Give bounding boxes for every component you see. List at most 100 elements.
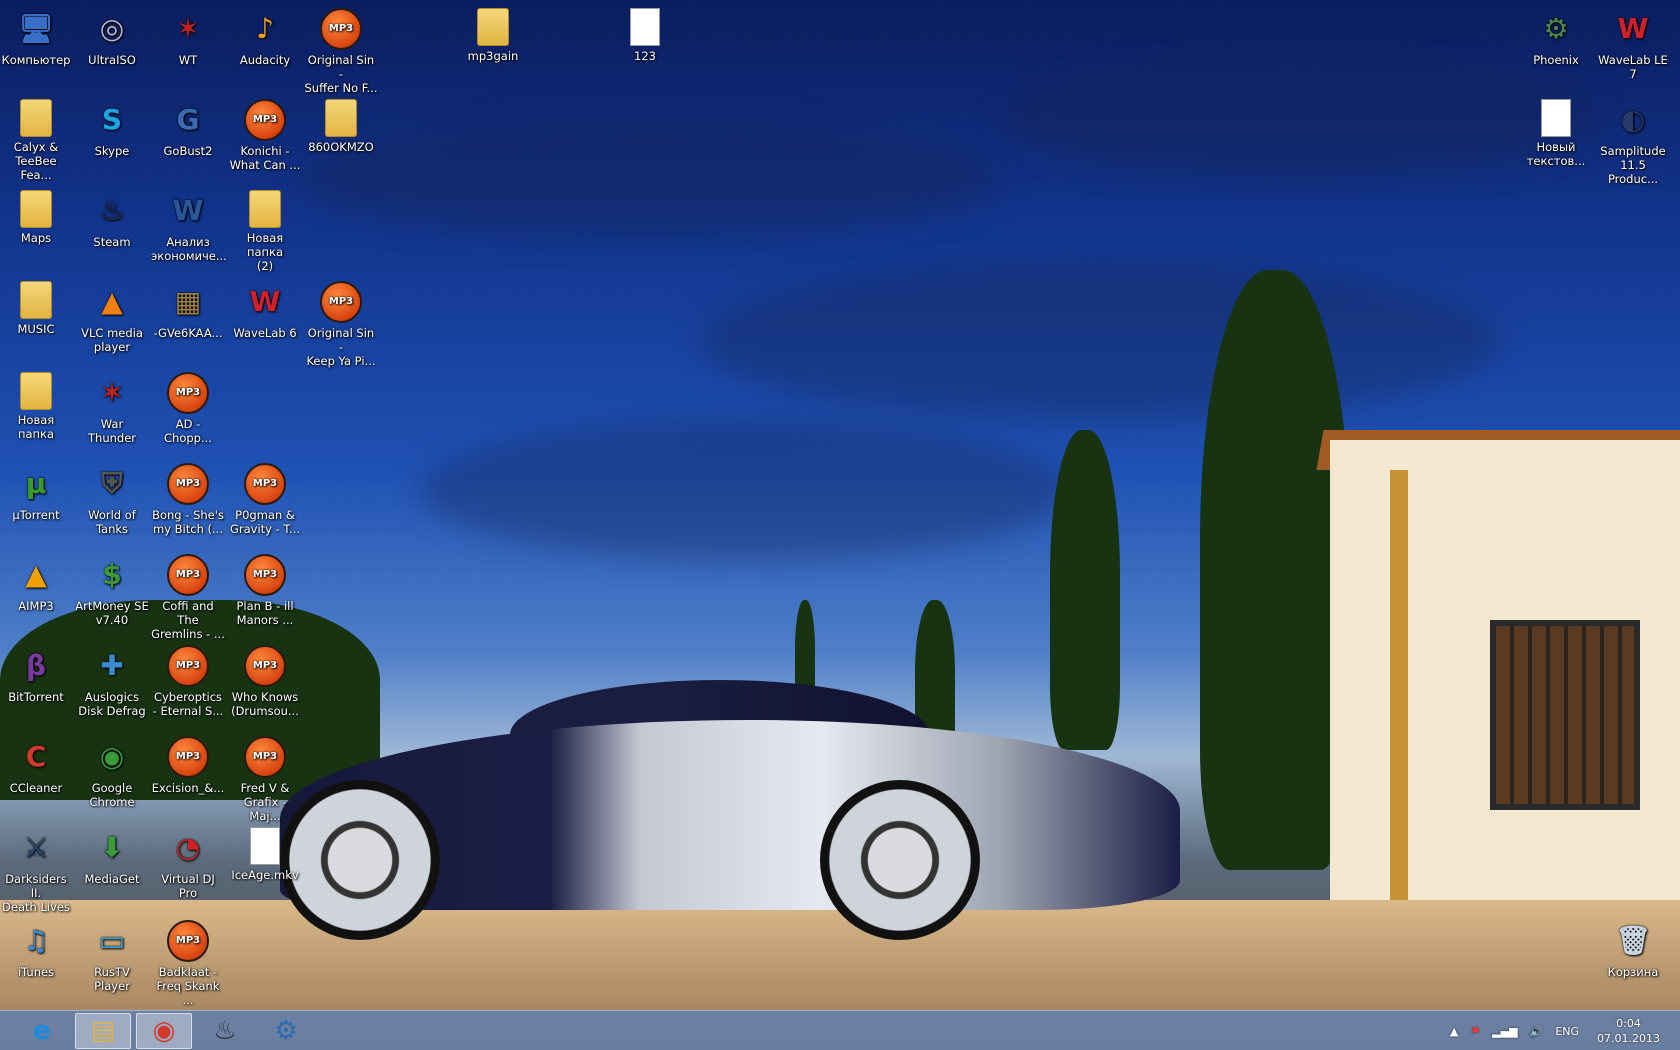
desktop-icon-ccleaner[interactable]: C CCleaner xyxy=(0,736,73,796)
desktop-icon-war-thunder[interactable]: ✶ War Thunder xyxy=(75,372,149,446)
desktop-icon-mp3[interactable]: MP3 Bong - She's my Bitch (... xyxy=(151,463,225,536)
desktop-icon-mp3[interactable]: MP3 Original Sin - Keep Ya Pi... xyxy=(304,281,378,368)
desktop-icon-skype[interactable]: S Skype xyxy=(75,99,149,159)
desktop-icon-aimp[interactable]: ▲ AIMP3 xyxy=(0,554,73,614)
steam-taskbar-button[interactable]: ♨ xyxy=(197,1013,253,1049)
desktop-icon-mp3[interactable]: MP3 AD - Chopp... xyxy=(151,372,225,445)
desktop-icon-war-thunder[interactable]: ✶ WT xyxy=(151,8,225,68)
desktop-icon-label: Maps xyxy=(20,231,52,245)
desktop-icon-virtualdj[interactable]: ◔ Virtual DJ Pro xyxy=(151,827,225,901)
desktop-icon-mp3[interactable]: MP3 Cyberoptics - Eternal S... xyxy=(151,645,225,718)
desktop-icon-label: Skype xyxy=(94,144,130,158)
desktop-icon-label: mp3gain xyxy=(467,49,519,63)
desktop-icon-utorrent[interactable]: µ µTorrent xyxy=(0,463,73,523)
desktop-icon-folder[interactable]: 860OKMZO xyxy=(304,99,378,154)
desktop-icon-word-document[interactable]: W Анализ экономиче... xyxy=(151,190,227,264)
desktop-icon-mp3[interactable]: MP3 Fred V & Grafix - Maj... xyxy=(228,736,302,823)
folder-music-icon xyxy=(20,281,52,319)
clock[interactable]: 0:04 07.01.2013 xyxy=(1591,1016,1666,1046)
desktop-icon-label: Компьютер xyxy=(1,53,71,67)
desktop-icon-label: Coffi and The Gremlins - ... xyxy=(151,599,225,641)
desktop-icon-label: Darksiders II. Death Lives xyxy=(2,872,70,914)
vlc-icon: ▲ xyxy=(101,285,123,318)
network-signal-icon[interactable]: ▂▄▆ xyxy=(1492,1025,1517,1038)
internet-explorer-taskbar-button[interactable]: e xyxy=(14,1013,70,1049)
desktop-icon-label: 860OKMZO xyxy=(308,140,374,154)
app-taskbar-button[interactable]: ⚙ xyxy=(258,1013,314,1049)
desktop-icon-label: WaveLab LE 7 xyxy=(1598,53,1668,81)
desktop-icon-bittorrent[interactable]: β BitTorrent xyxy=(0,645,73,705)
gobust-icon: G xyxy=(176,103,200,136)
language-indicator[interactable]: ENG xyxy=(1555,1025,1579,1038)
desktop-icon-auslogics[interactable]: ✚ Auslogics Disk Defrag xyxy=(75,645,149,719)
desktop-icon-samplitude[interactable]: ◐ Samplitude 11.5 Produc... xyxy=(1596,99,1670,187)
desktop-icon-darksiders[interactable]: ⚔ Darksiders II. Death Lives xyxy=(0,827,73,915)
desktop-icon-folder-music[interactable]: MUSIC xyxy=(0,281,73,336)
desktop-icon-label: Анализ экономиче... xyxy=(151,235,227,263)
desktop-icon-folder[interactable]: mp3gain xyxy=(456,8,530,63)
desktop-icon-world-of-tanks[interactable]: ⛨ World of Tanks xyxy=(75,463,149,537)
desktop-icon-artmoney[interactable]: $ ArtMoney SE v7.40 xyxy=(75,554,149,628)
desktop-icon-mp3[interactable]: MP3 Plan B - ill Manors ... xyxy=(228,554,302,627)
desktop-icon-label: Samplitude 11.5 Produc... xyxy=(1600,144,1666,186)
desktop-icon-vlc[interactable]: ▲ VLC media player xyxy=(75,281,149,355)
clock-date: 07.01.2013 xyxy=(1597,1032,1660,1045)
desktop-icon-label: Who Knows (Drumsou... xyxy=(231,690,299,718)
desktop-icon-label: Новая папка xyxy=(17,413,55,441)
desktop-icon-chrome[interactable]: ◉ Google Chrome xyxy=(75,736,149,810)
desktop-icon-folder[interactable]: Новая папка xyxy=(0,372,73,441)
desktop-icon-recycle-bin[interactable]: 🗑 Корзина xyxy=(1596,920,1670,980)
volume-icon[interactable]: 🔊 xyxy=(1530,1025,1544,1038)
desktop-icon-mediaget[interactable]: ⬇ MediaGet xyxy=(75,827,149,887)
steam-icon: ♨ xyxy=(99,194,125,227)
desktop-icon-mp3[interactable]: MP3 Badklaat - Freq Skank ... xyxy=(151,920,225,1007)
internet-explorer-icon: e xyxy=(33,1016,51,1046)
desktop-icon-phoenix[interactable]: ⚙ Phoenix xyxy=(1519,8,1593,68)
desktop-icon-mp3[interactable]: MP3 Excision_&... xyxy=(151,736,225,795)
disc-icon: ◎ xyxy=(99,12,125,45)
recycle-bin-icon: 🗑 xyxy=(1615,924,1651,957)
action-center-flag-icon[interactable]: ⚑ xyxy=(1470,1025,1480,1038)
auslogics-icon: ✚ xyxy=(100,649,124,682)
aimp-icon: ▲ xyxy=(25,558,47,591)
desktop-icon-mp3[interactable]: MP3 P0gman & Gravity - T... xyxy=(228,463,302,536)
desktop-icon-mp3[interactable]: MP3 Who Knows (Drumsou... xyxy=(228,645,302,718)
desktop-icon-mp3[interactable]: MP3 Coffi and The Gremlins - ... xyxy=(151,554,225,641)
desktop-icon-steam[interactable]: ♨ Steam xyxy=(75,190,149,250)
desktop-icon-label: IceAge.mkv xyxy=(231,868,299,882)
desktop-icon-wavelab[interactable]: W WaveLab 6 xyxy=(228,281,302,341)
wavelab-icon: W xyxy=(249,285,281,318)
chrome-taskbar-button[interactable]: ◉ xyxy=(136,1013,192,1049)
desktop-icon-rustv[interactable]: ▭ RusTV Player xyxy=(75,920,149,994)
show-hidden-icons-arrow[interactable]: ▲ xyxy=(1450,1025,1458,1038)
desktop-icon-label: UltraISO xyxy=(88,53,136,67)
desktop-icon-itunes[interactable]: ♫ iTunes xyxy=(0,920,73,980)
desktop-icon-folder[interactable]: Maps xyxy=(0,190,73,245)
desktop-icon-document[interactable]: 123 xyxy=(608,8,682,63)
mp3-icon: MP3 xyxy=(167,920,209,962)
desktop-icon-document[interactable]: IceAge.mkv xyxy=(228,827,302,882)
desktop-icon-label: Excision_&... xyxy=(151,781,225,795)
desktop-icon-gobust[interactable]: G GoBust2 xyxy=(151,99,225,159)
desktop-icon-text-document[interactable]: Новый текстов... xyxy=(1519,99,1593,168)
desktop-icon-folder[interactable]: Новая папка (2) xyxy=(228,190,302,273)
desktop-icon-label: BitTorrent xyxy=(8,690,64,704)
taskbar: e ▤ ◉ ♨ ⚙ ▲ ⚑ ▂▄▆ 🔊 ENG 0:04 07.01.2013 xyxy=(0,1010,1680,1050)
gear-icon: ⚙ xyxy=(274,1016,298,1046)
desktop-icon-mp3[interactable]: MP3 Konichi - What Can ... xyxy=(228,99,302,172)
mp3-icon: MP3 xyxy=(244,645,286,687)
folder-icon xyxy=(249,190,281,228)
desktop-icon-wavelab[interactable]: W WaveLab LE 7 xyxy=(1596,8,1670,82)
skype-icon: S xyxy=(101,103,123,136)
desktop-icon-folder-music[interactable]: Calyx & TeeBee Fea... xyxy=(0,99,73,182)
desktop-icon-audacity[interactable]: ♪ Audacity xyxy=(228,8,302,68)
desktop-icon-computer[interactable]: 🖥 Компьютер xyxy=(0,8,73,68)
mp3-icon: MP3 xyxy=(167,554,209,596)
desktop-icon-image[interactable]: ▦ -GVe6KAA... xyxy=(151,281,225,341)
desktop-icon-label: Cyberoptics - Eternal S... xyxy=(152,690,224,718)
desktop-icon-mp3[interactable]: MP3 Original Sin - Suffer No F... xyxy=(304,8,378,95)
mp3-icon: MP3 xyxy=(244,463,286,505)
desktop-icon-disc[interactable]: ◎ UltraISO xyxy=(75,8,149,68)
mp3-icon: MP3 xyxy=(244,554,286,596)
file-explorer-taskbar-button[interactable]: ▤ xyxy=(75,1013,131,1049)
